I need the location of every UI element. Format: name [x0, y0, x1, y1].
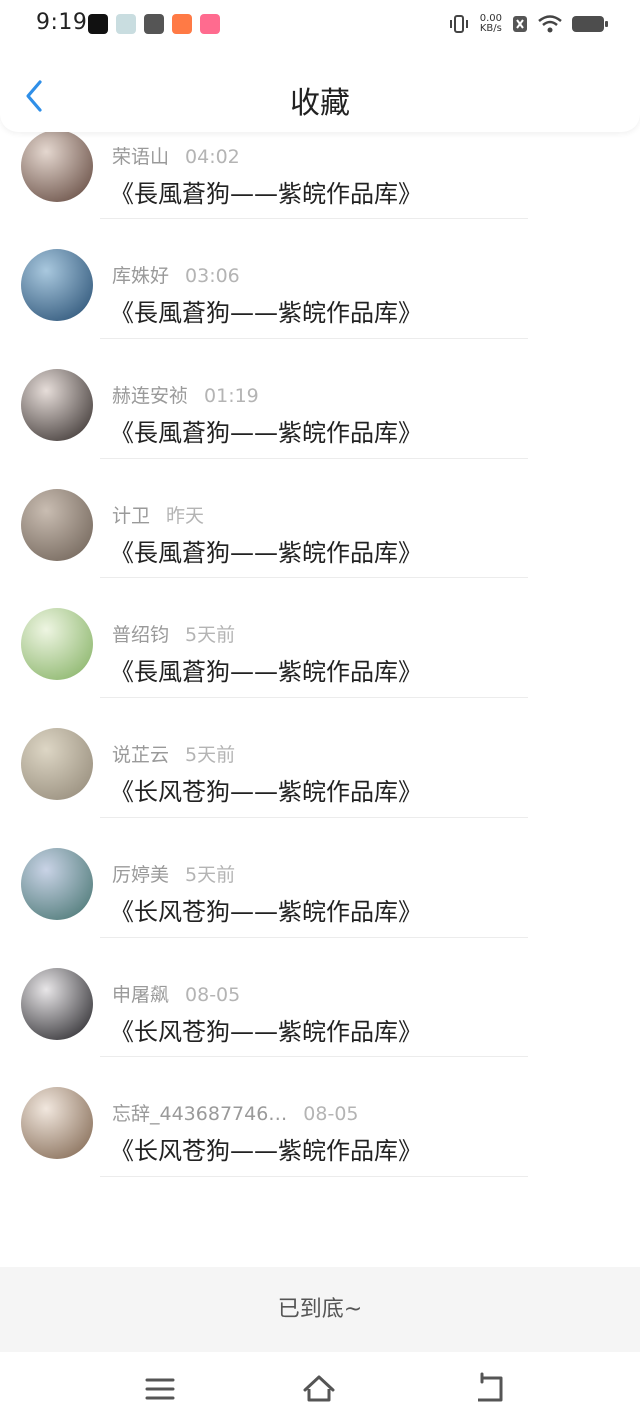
item-meta: 计卫 昨天 — [112, 501, 204, 528]
item-content[interactable]: 《長風蒼狗——紫皖作品库》 — [110, 533, 422, 568]
item-content[interactable]: 《长风苍狗——紫皖作品库》 — [110, 772, 422, 807]
item-content[interactable]: 《長風蒼狗——紫皖作品库》 — [110, 174, 422, 209]
item-meta: 说芷云 5天前 — [112, 740, 235, 767]
list-item[interactable]: 库姝好 03:06 《長風蒼狗——紫皖作品库》 — [0, 219, 640, 340]
avatar[interactable] — [21, 129, 93, 202]
item-meta: 普绍钧 5天前 — [112, 620, 235, 647]
item-meta: 忘辞_443687746… 08-05 — [112, 1099, 359, 1126]
item-meta: 荣语山 04:02 — [112, 142, 240, 169]
top-app-bar: 收藏 — [0, 50, 640, 132]
item-time: 5天前 — [185, 624, 236, 647]
favorites-list: 《長風蒼狗——紫皖作品库》荣语山04:02《長風蒼狗——紫皖作品库》库姝好03:… — [0, 10, 640, 1177]
list-item[interactable]: 赫连安祯 01:19 《長風蒼狗——紫皖作品库》 — [0, 339, 640, 459]
list-item[interactable]: 说芷云 5天前《长风苍狗——紫皖作品库》 — [0, 698, 640, 818]
user-name[interactable]: 说芷云 — [112, 740, 169, 767]
item-content[interactable]: 《长风苍狗——紫皖作品库》 — [110, 1012, 422, 1047]
battery-icon — [572, 16, 608, 32]
item-time: 08-05 — [185, 983, 241, 1006]
user-name[interactable]: 计卫 — [112, 501, 150, 528]
list-item[interactable]: 普绍钧 5天前《長風蒼狗——紫皖作品库》 — [0, 578, 640, 699]
page-title: 收藏 — [290, 86, 350, 121]
user-name[interactable]: 普绍钧 — [112, 620, 169, 647]
system-back-button[interactable] — [472, 1372, 506, 1406]
list-item[interactable]: 计卫 昨天《長風蒼狗——紫皖作品库》 — [0, 459, 640, 579]
user-name[interactable]: 荣语山 — [112, 142, 169, 169]
avatar[interactable] — [21, 967, 93, 1040]
avatar[interactable] — [21, 847, 93, 920]
app-icon-1 — [88, 14, 108, 34]
notification-icons — [88, 14, 220, 34]
home-icon — [303, 1375, 335, 1402]
item-time: 03:06 — [185, 265, 240, 288]
status-right: 0.00 KB/s — [448, 14, 608, 34]
avatar[interactable] — [21, 249, 93, 322]
status-time: 9:19 — [36, 10, 88, 35]
system-nav-bar — [0, 1352, 640, 1427]
item-time: 5天前 — [185, 863, 236, 886]
item-content[interactable]: 《長風蒼狗——紫皖作品库》 — [110, 293, 422, 328]
wifi-icon — [538, 15, 562, 33]
user-name[interactable]: 厉婷美 — [112, 860, 169, 887]
item-meta: 申屠飙 08-05 — [112, 980, 240, 1007]
app-icon-3 — [172, 14, 192, 34]
app-icon-4 — [200, 14, 220, 34]
item-time: 昨天 — [166, 504, 205, 527]
item-time: 5天前 — [185, 744, 236, 767]
item-meta: 赫连安祯 01:19 — [112, 381, 259, 408]
item-time: 01:19 — [204, 385, 259, 408]
list-item[interactable]: 厉婷美 5天前《长风苍狗——紫皖作品库》 — [0, 818, 640, 938]
avatar[interactable] — [21, 369, 93, 442]
avatar[interactable] — [21, 608, 93, 681]
avatar[interactable] — [21, 1087, 93, 1160]
end-of-list-text: 已到底~ — [277, 1297, 363, 1322]
item-content[interactable]: 《长风苍狗——紫皖作品库》 — [110, 892, 422, 927]
sim-off-icon — [513, 16, 527, 32]
avatar[interactable] — [21, 488, 93, 561]
item-time: 04:02 — [185, 145, 240, 168]
item-content[interactable]: 《长风苍狗——紫皖作品库》 — [110, 1131, 422, 1166]
wechat-icon — [144, 14, 164, 34]
back-icon — [478, 1372, 503, 1402]
app-icon-2 — [116, 14, 136, 34]
menu-button[interactable] — [143, 1372, 177, 1406]
user-name[interactable]: 赫连安祯 — [112, 381, 188, 408]
list-item[interactable]: 忘辞_443687746… 08-05 《长风苍狗——紫皖作品库》 — [0, 1057, 640, 1177]
end-of-list-footer: 已到底~ — [0, 1267, 640, 1352]
user-name[interactable]: 库姝好 — [112, 261, 169, 288]
item-content[interactable]: 《長風蒼狗——紫皖作品库》 — [110, 652, 422, 687]
net-speed: 0.00 KB/s — [480, 14, 502, 34]
item-time: 08-05 — [303, 1103, 359, 1126]
user-name[interactable]: 忘辞_443687746… — [112, 1099, 287, 1126]
item-content[interactable]: 《長風蒼狗——紫皖作品库》 — [110, 413, 422, 448]
status-bar: 9:19 0.00 KB/s — [0, 0, 640, 50]
menu-icon — [145, 1378, 175, 1400]
net-speed-unit: KB/s — [479, 23, 502, 34]
list-item[interactable]: 申屠飙 08-05 《长风苍狗——紫皖作品库》 — [0, 938, 640, 1058]
user-name[interactable]: 申屠飙 — [112, 980, 169, 1007]
item-meta: 厉婷美 5天前 — [112, 860, 235, 887]
item-meta: 库姝好 03:06 — [112, 261, 240, 288]
divider — [100, 1175, 528, 1177]
vibrate-icon — [449, 15, 468, 33]
home-button[interactable] — [302, 1372, 336, 1406]
avatar[interactable] — [21, 728, 93, 801]
